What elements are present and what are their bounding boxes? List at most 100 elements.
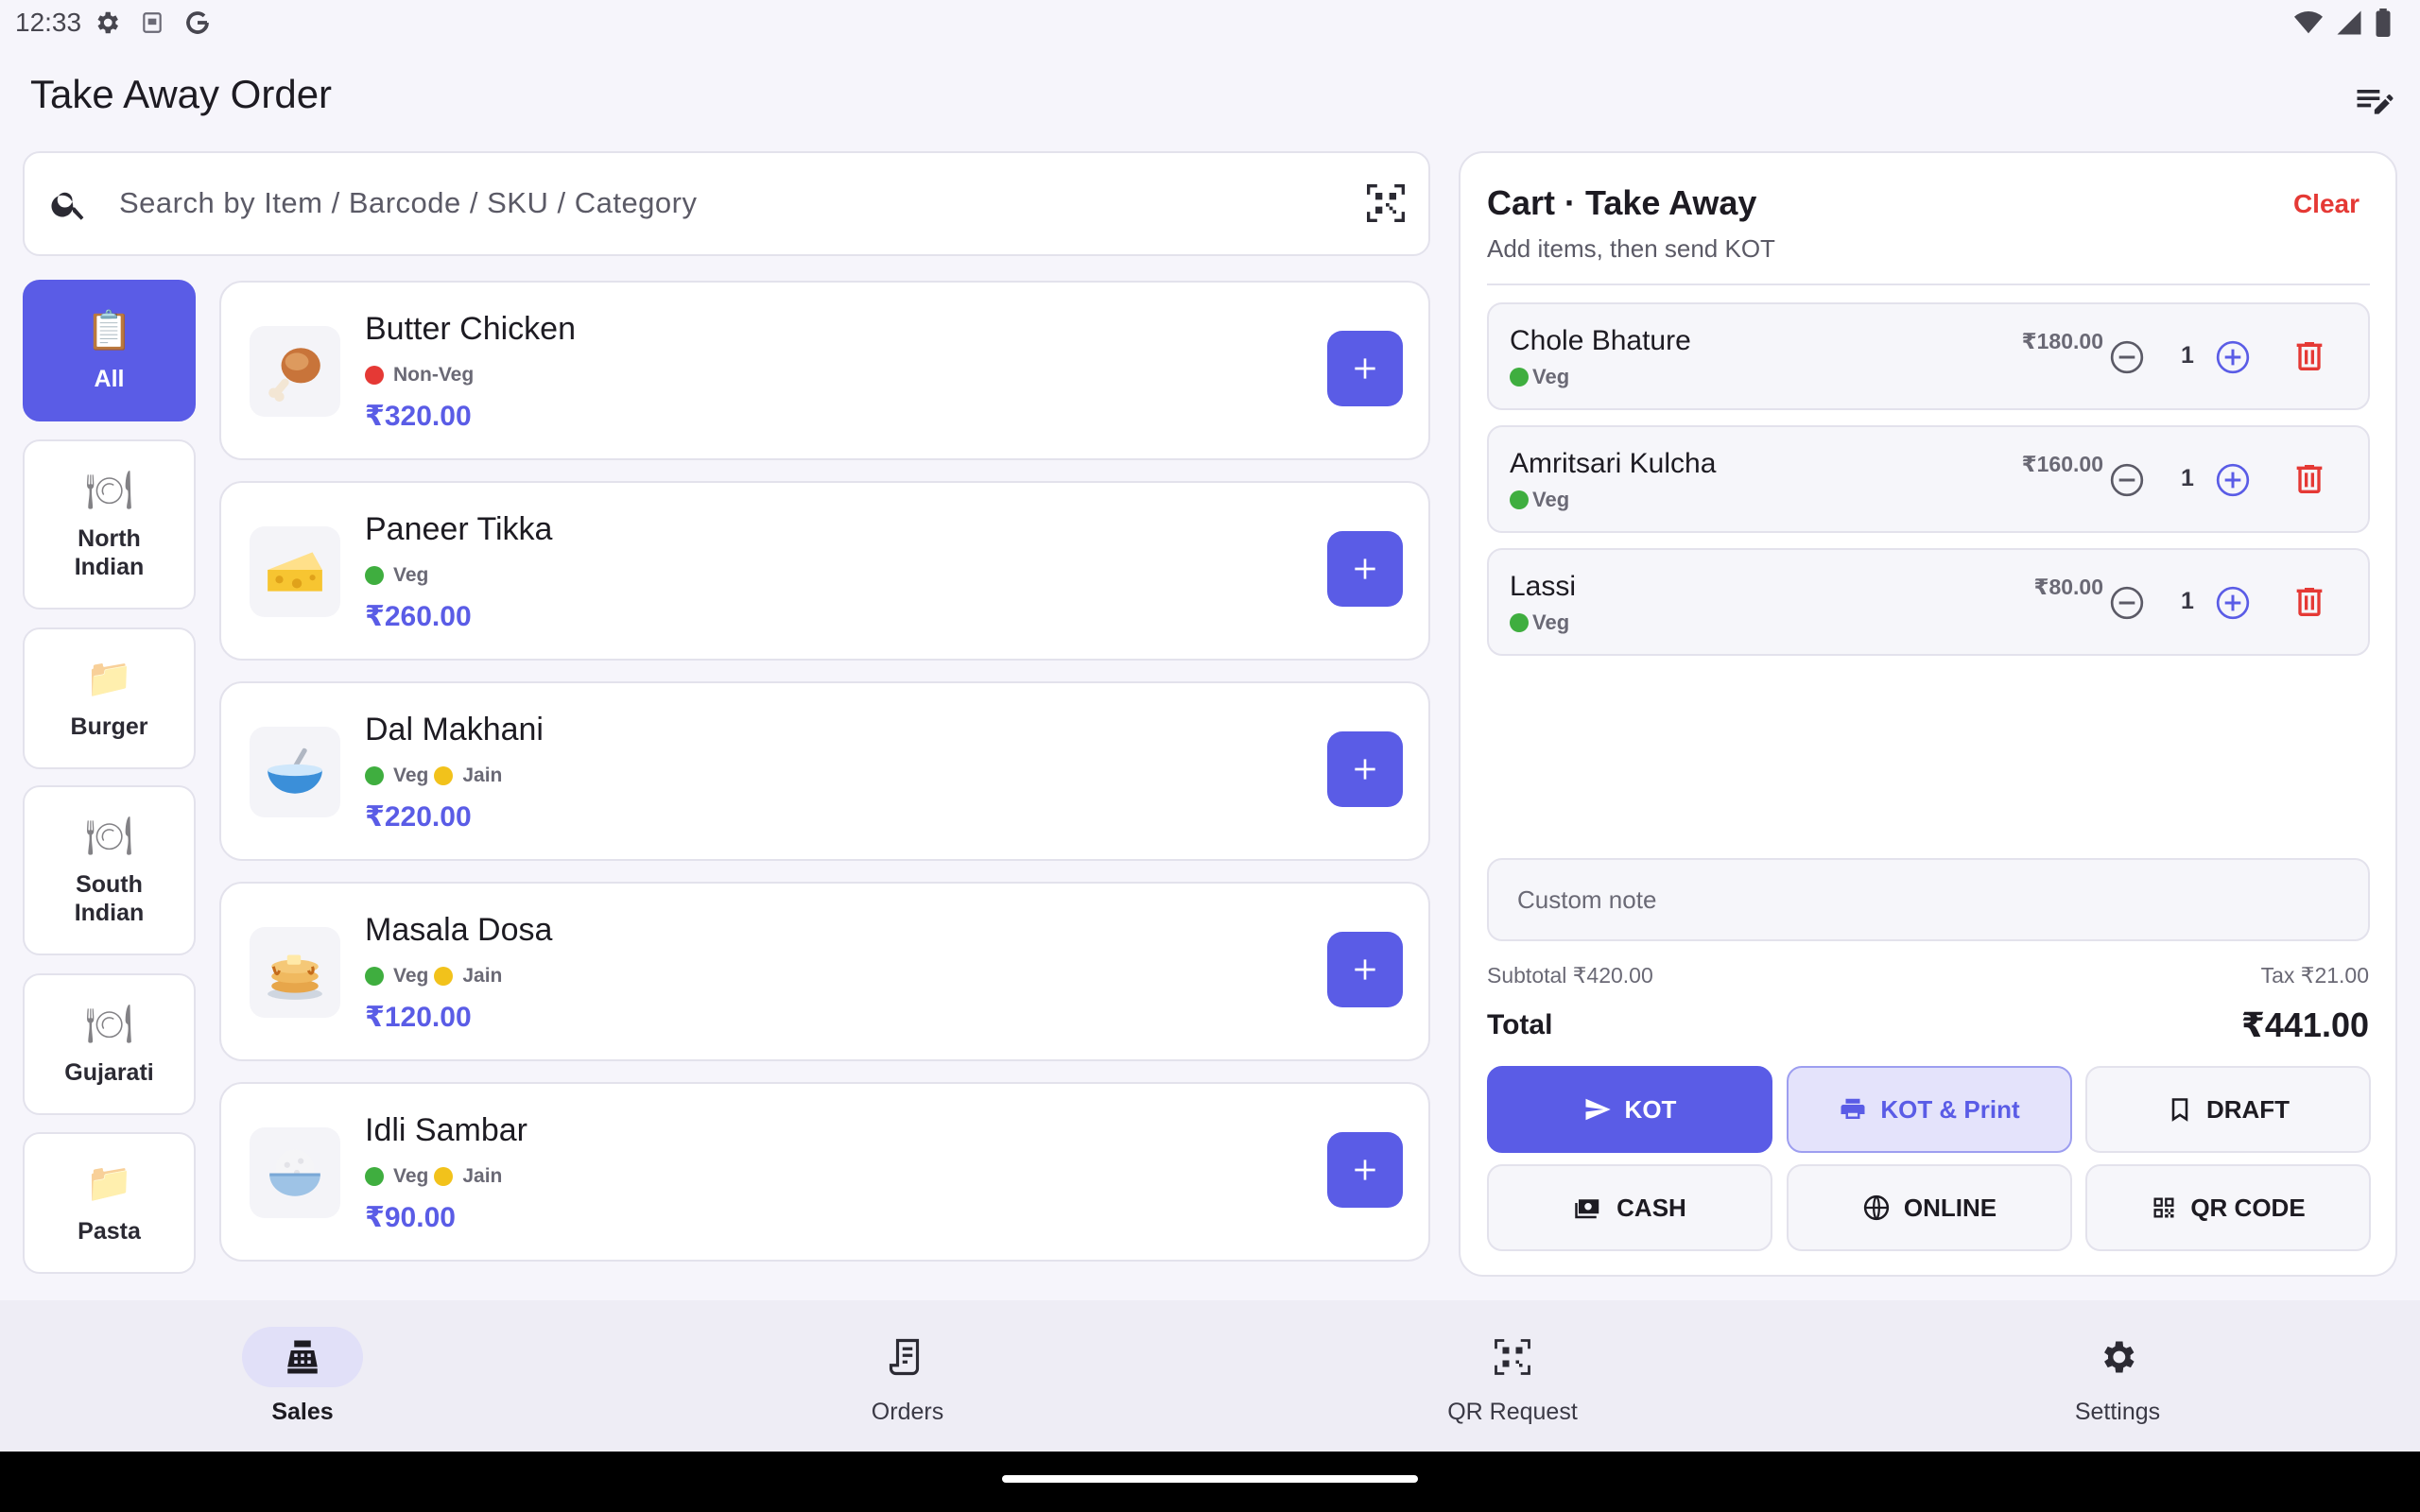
cart-item-price: ₹180.00 (2021, 329, 2103, 353)
cart-item-tag-label: Veg (1532, 488, 1570, 511)
item-tags: Veg (365, 564, 428, 587)
veg-dot-icon (1510, 490, 1529, 509)
increase-qty-button[interactable] (2214, 338, 2252, 376)
category-label: Gujarati (64, 1059, 154, 1086)
plate-icon: 🍽 (85, 469, 133, 512)
add-item-button[interactable] (1327, 331, 1403, 406)
veg-dot-icon (365, 566, 384, 585)
plus-icon (1355, 1160, 1375, 1180)
settings-icon (93, 9, 121, 37)
menu-item-card[interactable]: Masala Dosa Veg Jain ₹120.00 (219, 882, 1430, 1061)
non-veg-dot-icon (365, 366, 384, 385)
online-button-label: ONLINE (1903, 1193, 1997, 1222)
plus-icon (1355, 358, 1375, 379)
item-price: ₹90.00 (365, 1202, 456, 1233)
add-item-button[interactable] (1327, 531, 1403, 607)
trash-icon (2296, 465, 2323, 493)
menu-item-card[interactable]: Butter Chicken Non-Veg ₹320.00 (219, 281, 1430, 460)
google-icon (183, 9, 212, 37)
category-gujarati[interactable]: 🍽 Gujarati (23, 973, 196, 1115)
kot-print-button[interactable]: KOT & Print (1787, 1066, 2072, 1153)
nav-item-settings[interactable]: Settings (1815, 1300, 2420, 1452)
increase-qty-button[interactable] (2214, 584, 2252, 622)
veg-dot-icon (1510, 368, 1529, 387)
plate-icon: 🍽 (85, 815, 133, 858)
cart-item-tag: Veg (1510, 610, 1569, 635)
home-gesture-handle[interactable] (1002, 1475, 1418, 1483)
category-pasta[interactable]: 📁 Pasta (23, 1132, 196, 1274)
divider (1487, 284, 2370, 285)
custom-note-input[interactable] (1487, 858, 2370, 941)
qr-scan-icon[interactable] (1365, 182, 1407, 224)
qr-code-button[interactable]: QR CODE (2085, 1164, 2371, 1251)
category-all[interactable]: 📋 All (23, 280, 196, 421)
category-label: All (94, 366, 125, 392)
plus-icon (1355, 558, 1375, 579)
item-name: Paneer Tikka (365, 511, 553, 547)
menu-item-card[interactable]: Idli Sambar Veg Jain ₹90.00 (219, 1082, 1430, 1262)
battery-icon (2375, 9, 2392, 37)
item-tag: Veg (393, 965, 429, 987)
kot-button[interactable]: KOT (1487, 1066, 1772, 1153)
menu-item-card[interactable]: Dal Makhani Veg Jain ₹220.00 (219, 681, 1430, 861)
category-label: South Indian (74, 871, 145, 926)
cart-item-tag: Veg (1510, 365, 1569, 389)
cart-item-name: Amritsari Kulcha (1510, 448, 1717, 479)
category-north-indian[interactable]: 🍽 North Indian (23, 439, 196, 610)
item-tag: Jain (462, 1165, 503, 1187)
category-label: North Indian (74, 525, 145, 580)
remove-item-button[interactable] (2290, 583, 2328, 621)
search-icon (49, 184, 89, 224)
nav-item-sales[interactable]: Sales (0, 1300, 605, 1452)
cart-title: Cart · Take Away (1487, 183, 1757, 222)
search-bar[interactable] (23, 151, 1430, 256)
increase-qty-button[interactable] (2214, 461, 2252, 499)
total-label: Total (1487, 1009, 1553, 1040)
add-item-button[interactable] (1327, 1132, 1403, 1208)
search-input[interactable] (119, 174, 1291, 232)
decrease-qty-button[interactable] (2108, 461, 2146, 499)
draft-button[interactable]: DRAFT (2085, 1066, 2371, 1153)
veg-dot-icon (365, 967, 384, 986)
nav-item-qr-request[interactable]: QR Request (1210, 1300, 1815, 1452)
item-price: ₹120.00 (365, 1002, 472, 1033)
draft-button-label: DRAFT (2205, 1094, 2290, 1124)
category-burger[interactable]: 📁 Burger (23, 627, 196, 769)
clear-cart-button[interactable]: Clear (2293, 189, 2360, 219)
decrease-qty-button[interactable] (2108, 584, 2146, 622)
nav-item-orders[interactable]: Orders (605, 1300, 1210, 1452)
add-item-button[interactable] (1327, 731, 1403, 807)
item-price: ₹320.00 (365, 401, 472, 432)
cart-item-price: ₹160.00 (2021, 452, 2103, 476)
signal-icon (2335, 9, 2363, 37)
cart-panel: Cart · Take Away Add items, then send KO… (1459, 151, 2397, 1277)
item-quantity: 1 (2181, 588, 2194, 614)
add-item-button[interactable] (1327, 932, 1403, 1007)
remove-item-button[interactable] (2290, 337, 2328, 375)
receipt-icon (889, 1338, 920, 1376)
item-tags: Veg Jain (365, 965, 502, 988)
nav-indicator (2057, 1327, 2178, 1387)
plus-circle-icon (2216, 463, 2250, 497)
item-price: ₹260.00 (365, 601, 472, 632)
cart-item-row: Chole Bhature Veg ₹180.00 1 (1487, 302, 2370, 410)
folder-icon: 📁 (85, 657, 133, 700)
category-label: Burger (70, 713, 148, 740)
nav-indicator (1452, 1327, 1573, 1387)
category-south-indian[interactable]: 🍽 South Indian (23, 785, 196, 955)
cart-item-row: Amritsari Kulcha Veg ₹160.00 1 (1487, 425, 2370, 533)
cash-register-icon (287, 1340, 318, 1374)
kot-print-button-label: KOT & Print (1880, 1094, 2020, 1124)
item-tag: Veg (393, 564, 429, 586)
remove-item-button[interactable] (2290, 460, 2328, 498)
cash-button[interactable]: CASH (1487, 1164, 1772, 1251)
folder-icon: 📁 (85, 1161, 133, 1205)
wifi-icon (2293, 9, 2324, 37)
edit-list-icon[interactable] (2352, 79, 2394, 121)
sim-icon (140, 10, 164, 35)
online-button[interactable]: ONLINE (1787, 1164, 2072, 1251)
trash-icon (2296, 588, 2323, 616)
decrease-qty-button[interactable] (2108, 338, 2146, 376)
plate-icon: 🍽 (85, 1003, 133, 1046)
menu-item-card[interactable]: Paneer Tikka Veg ₹260.00 (219, 481, 1430, 661)
